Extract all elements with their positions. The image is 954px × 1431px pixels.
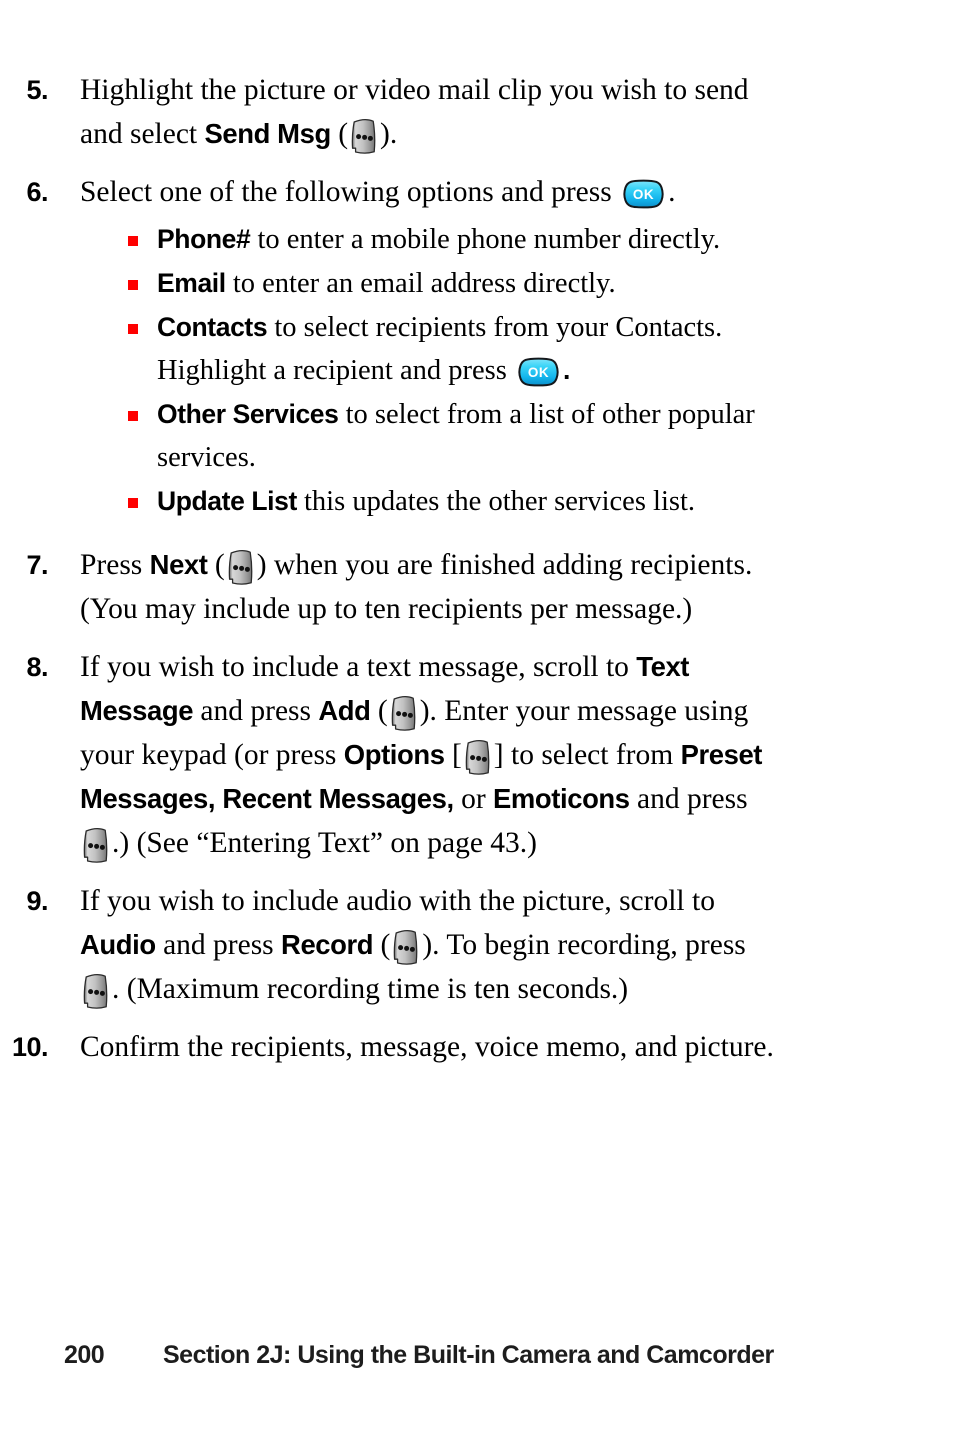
step-number: 8. <box>26 652 48 682</box>
softkey-icon <box>349 118 379 156</box>
red-square-bullet-icon <box>128 280 138 290</box>
bullet-item: Other Services to select from a list of … <box>128 393 780 479</box>
step-number: 6. <box>26 177 48 207</box>
ui-term: Record <box>281 929 374 960</box>
step-paragraph: Highlight the picture or video mail clip… <box>80 68 780 156</box>
bullet-list: Phone# to enter a mobile phone number di… <box>80 218 780 523</box>
step-text: Confirm the recipients, message, voice m… <box>58 1025 780 1069</box>
step-item: 6. Select one of the following options an… <box>0 170 954 529</box>
ui-term: Phone# <box>157 224 251 254</box>
step-item: 10. Confirm the recipients, message, voic… <box>0 1025 954 1069</box>
softkey-icon <box>226 549 256 587</box>
ui-term: Send Msg <box>204 118 332 149</box>
step-number: 9. <box>26 886 48 916</box>
ui-term: Options <box>343 739 445 770</box>
bullet-item: Phone# to enter a mobile phone number di… <box>128 218 780 261</box>
softkey-icon <box>389 695 419 733</box>
step-text: Select one of the following options and … <box>58 170 780 529</box>
ui-term: Audio <box>80 929 156 960</box>
step-text: If you wish to include a text message, s… <box>58 645 780 865</box>
softkey-icon <box>391 929 421 967</box>
svg-text:OK: OK <box>633 187 654 202</box>
section-title: Section 2J: Using the Built-in Camera an… <box>163 1341 774 1369</box>
softkey-icon <box>81 827 111 865</box>
page-number: 200 <box>64 1341 105 1369</box>
svg-text:OK: OK <box>528 365 549 380</box>
step-paragraph: If you wish to include a text message, s… <box>80 645 780 865</box>
ui-term: Text Message <box>80 651 690 726</box>
step-paragraph: If you wish to include audio with the pi… <box>80 879 780 1011</box>
ui-term: Update List <box>157 486 297 516</box>
step-item: 9. If you wish to include audio with the … <box>0 879 954 1011</box>
red-square-bullet-icon <box>128 236 138 246</box>
ok-key-icon: OK <box>621 179 666 209</box>
red-square-bullet-icon <box>128 324 138 334</box>
ui-term: . <box>562 355 570 385</box>
step-text: Highlight the picture or video mail clip… <box>58 68 780 156</box>
step-item: 5. Highlight the picture or video mail cl… <box>0 68 954 156</box>
ui-term: Other Services <box>157 399 339 429</box>
step-text: Press Next () when you are finished addi… <box>58 543 780 631</box>
document-page: 5. Highlight the picture or video mail cl… <box>0 0 954 1431</box>
ui-term: Email <box>157 268 226 298</box>
bullet-item: Contacts to select recipients from your … <box>128 306 780 392</box>
bullet-item: Update List this updates the other servi… <box>128 480 780 523</box>
ui-term: Add <box>318 695 371 726</box>
ui-term: Next <box>149 549 208 580</box>
step-item: 7. Press Next () when you are finished ad… <box>0 543 954 631</box>
red-square-bullet-icon <box>128 498 138 508</box>
softkey-icon <box>463 739 493 777</box>
step-number: 10. <box>11 1032 49 1062</box>
ui-term: Emoticons <box>493 783 630 814</box>
bullet-item: Email to enter an email address directly… <box>128 262 780 305</box>
red-square-bullet-icon <box>128 411 138 421</box>
ok-key-icon: OK <box>516 357 561 387</box>
numbered-step-list: 5. Highlight the picture or video mail cl… <box>0 68 954 1083</box>
step-paragraph: Press Next () when you are finished addi… <box>80 549 753 625</box>
step-number: 7. <box>26 550 48 580</box>
step-text: If you wish to include audio with the pi… <box>58 879 780 1011</box>
step-item: 8. If you wish to include a text message,… <box>0 645 954 865</box>
step-paragraph: Select one of the following options and … <box>80 176 676 209</box>
softkey-icon <box>81 973 111 1011</box>
step-paragraph: Confirm the recipients, message, voice m… <box>80 1031 774 1063</box>
step-number: 5. <box>26 75 48 105</box>
ui-term: Contacts <box>157 312 268 342</box>
